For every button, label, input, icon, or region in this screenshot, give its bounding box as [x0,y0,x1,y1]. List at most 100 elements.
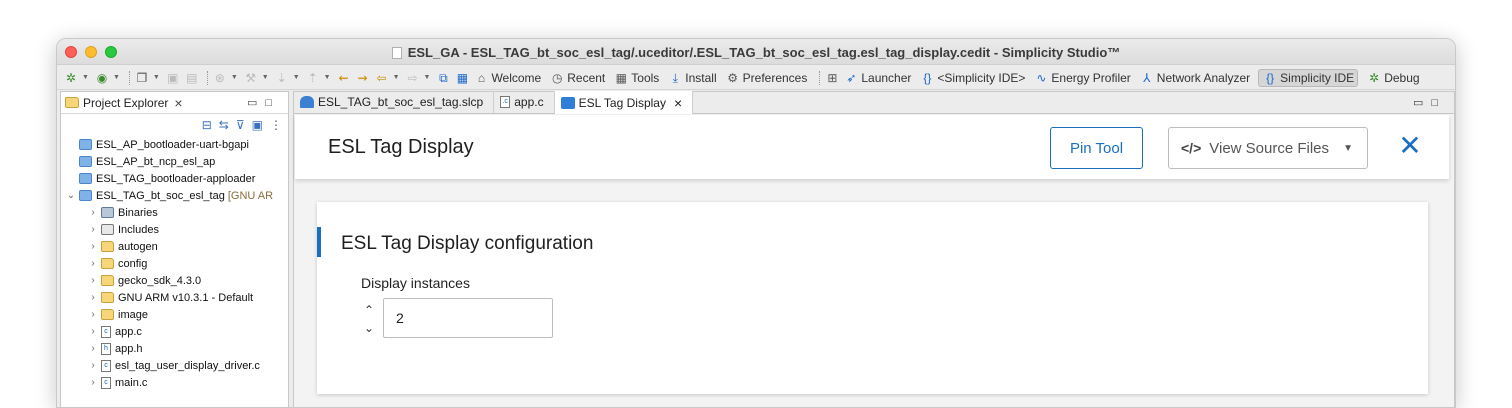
launcher-button[interactable]: ➶ Launcher [843,70,911,86]
chevron-right-icon[interactable]: › [87,360,99,371]
chevron-right-icon[interactable]: › [87,207,99,218]
tree-item[interactable]: › c main.c [61,374,288,391]
view-window-controls[interactable]: ▭□ [247,96,280,109]
view-source-files-dropdown[interactable]: </> View Source Files ▼ [1168,127,1368,169]
chevron-right-icon[interactable]: › [87,258,99,269]
chevron-down-icon[interactable]: ▼ [262,74,269,81]
prev-annotation-icon[interactable]: ⇡ [305,70,321,86]
tree-item-label: app.c [115,325,142,338]
tree-item[interactable]: › autogen [61,238,288,255]
grid-icon: ▦ [615,70,627,85]
close-icon[interactable]: × [674,95,682,111]
chevron-down-icon[interactable]: ⌄ [65,190,77,201]
tree-item[interactable]: › Includes [61,221,288,238]
chevron-right-icon[interactable]: › [87,326,99,337]
chevron-right-icon[interactable]: › [87,343,99,354]
project-explorer-tab[interactable]: Project Explorer × ▭□ [61,92,288,114]
tree-item[interactable]: › GNU ARM v10.3.1 - Default [61,289,288,306]
tree-item-label: ESL_TAG_bootloader-apploader [96,172,256,185]
build-icon[interactable]: ⚒ [243,70,259,86]
tree-item[interactable]: › c esl_tag_user_display_driver.c [61,357,288,374]
section-accent-bar [317,227,321,257]
collapse-all-icon[interactable]: ⊟ [202,118,212,132]
document-icon [391,47,402,59]
preferences-button[interactable]: ⚙ Preferences [725,70,807,86]
install-button[interactable]: ⤓ Install [667,70,717,86]
tab-app-c[interactable]: .c app.c [494,91,555,113]
open-perspective-icon[interactable]: ⊞ [824,70,840,86]
home-icon: ⌂ [477,70,486,85]
chevron-down-icon[interactable]: ▼ [153,74,160,81]
close-icon[interactable]: ✕ [1395,131,1425,161]
code-icon: </> [1181,140,1202,156]
simplicity-ide-link-button[interactable]: {} <Simplicity IDE> [919,70,1025,86]
tools-button[interactable]: ▦ Tools [613,70,660,86]
tree-item[interactable]: ESL_AP_bootloader-uart-bgapi [61,136,288,153]
energy-profiler-button[interactable]: ∿ Energy Profiler [1033,70,1130,86]
view-menu-icon[interactable]: ⋮ [270,118,282,132]
tab-slcp[interactable]: ESL_TAG_bt_soc_esl_tag.slcp [294,91,495,113]
chevron-down-icon[interactable]: ▼ [82,74,89,81]
includes-icon [101,224,114,235]
next-annotation-icon[interactable]: ⇣ [274,70,290,86]
new-icon[interactable]: ❐ [134,70,150,86]
tree-item[interactable]: › image [61,306,288,323]
save-icon[interactable]: ▣ [165,70,181,86]
quantity-stepper[interactable]: ⌃ ⌄ [363,301,375,337]
tree-item[interactable]: › gecko_sdk_4.3.0 [61,272,288,289]
network-analyzer-button[interactable]: ⅄ Network Analyzer [1139,70,1250,86]
build-config-icon[interactable]: ⊛ [212,70,228,86]
chevron-down-icon[interactable]: ▼ [231,74,238,81]
welcome-button[interactable]: ⌂ Welcome [473,70,541,86]
simplicity-ide-button[interactable]: {} Simplicity IDE [1258,68,1359,87]
run-icon[interactable]: ◉ [94,70,110,86]
tree-item-label: autogen [118,240,158,253]
chevron-down-icon[interactable]: ⌄ [363,319,375,337]
title-bar: ESL_GA - ESL_TAG_bt_soc_esl_tag/.ucedito… [57,39,1455,65]
editor-area: ESL_TAG_bt_soc_esl_tag.slcp .c app.c ESL … [293,91,1455,407]
tree-item[interactable]: ⌄ ESL_TAG_bt_soc_esl_tag [GNU AR [61,187,288,204]
recent-button[interactable]: ◷ Recent [549,70,605,86]
c-file-icon: c [101,325,111,338]
chevron-down-icon[interactable]: ▼ [113,74,120,81]
chevron-down-icon[interactable]: ▼ [424,74,431,81]
save-all-icon[interactable]: ▤ [184,70,200,86]
chevron-down-icon[interactable]: ▼ [293,74,300,81]
display-instances-label: Display instances [361,275,470,291]
chevron-right-icon[interactable]: › [87,275,99,286]
window-title: ESL_GA - ESL_TAG_bt_soc_esl_tag/.ucedito… [57,45,1455,60]
debug-run-icon[interactable]: ✲ [63,70,79,86]
display-instances-input[interactable] [383,298,553,338]
chevron-right-icon[interactable]: › [87,292,99,303]
tree-item[interactable]: › config [61,255,288,272]
tree-item-label: app.h [115,342,143,355]
close-icon[interactable]: × [174,95,182,111]
link-editor-icon[interactable]: ⇆ [219,118,229,132]
chevron-down-icon[interactable]: ▼ [393,74,400,81]
editor-window-controls[interactable]: ▭□ [1413,96,1446,109]
chevron-right-icon[interactable]: › [87,377,99,388]
open-perspective-icon[interactable]: ⧉ [435,70,451,86]
debug-button[interactable]: ✲ Debug [1366,70,1419,86]
select-working-set-icon[interactable]: ▣ [252,118,263,132]
tab-esl-tag-display[interactable]: ESL Tag Display × [554,91,694,114]
forward-edit-icon[interactable]: ⇝ [355,70,371,86]
forward-icon[interactable]: ⇨ [405,70,421,86]
last-edit-icon[interactable]: ⇜ [336,70,352,86]
tree-item[interactable]: › Binaries [61,204,288,221]
chevron-up-icon[interactable]: ⌃ [363,301,375,319]
back-icon[interactable]: ⇦ [374,70,390,86]
chip-icon[interactable]: ▦ [454,70,470,86]
tree-item[interactable]: ESL_AP_bt_ncp_esl_ap [61,153,288,170]
tree-item[interactable]: › h app.h [61,340,288,357]
tree-item[interactable]: ESL_TAG_bootloader-apploader [61,170,288,187]
pin-tool-button[interactable]: Pin Tool [1050,127,1143,169]
filter-icon[interactable]: ⊽ [236,118,245,132]
chevron-right-icon[interactable]: › [87,241,99,252]
tab-label: ESL Tag Display [578,95,666,110]
chevron-right-icon[interactable]: › [87,309,99,320]
chevron-right-icon[interactable]: › [87,224,99,235]
tree-item[interactable]: › c app.c [61,323,288,340]
chevron-down-icon[interactable]: ▼ [324,74,331,81]
braces-icon: {} [1266,70,1275,85]
